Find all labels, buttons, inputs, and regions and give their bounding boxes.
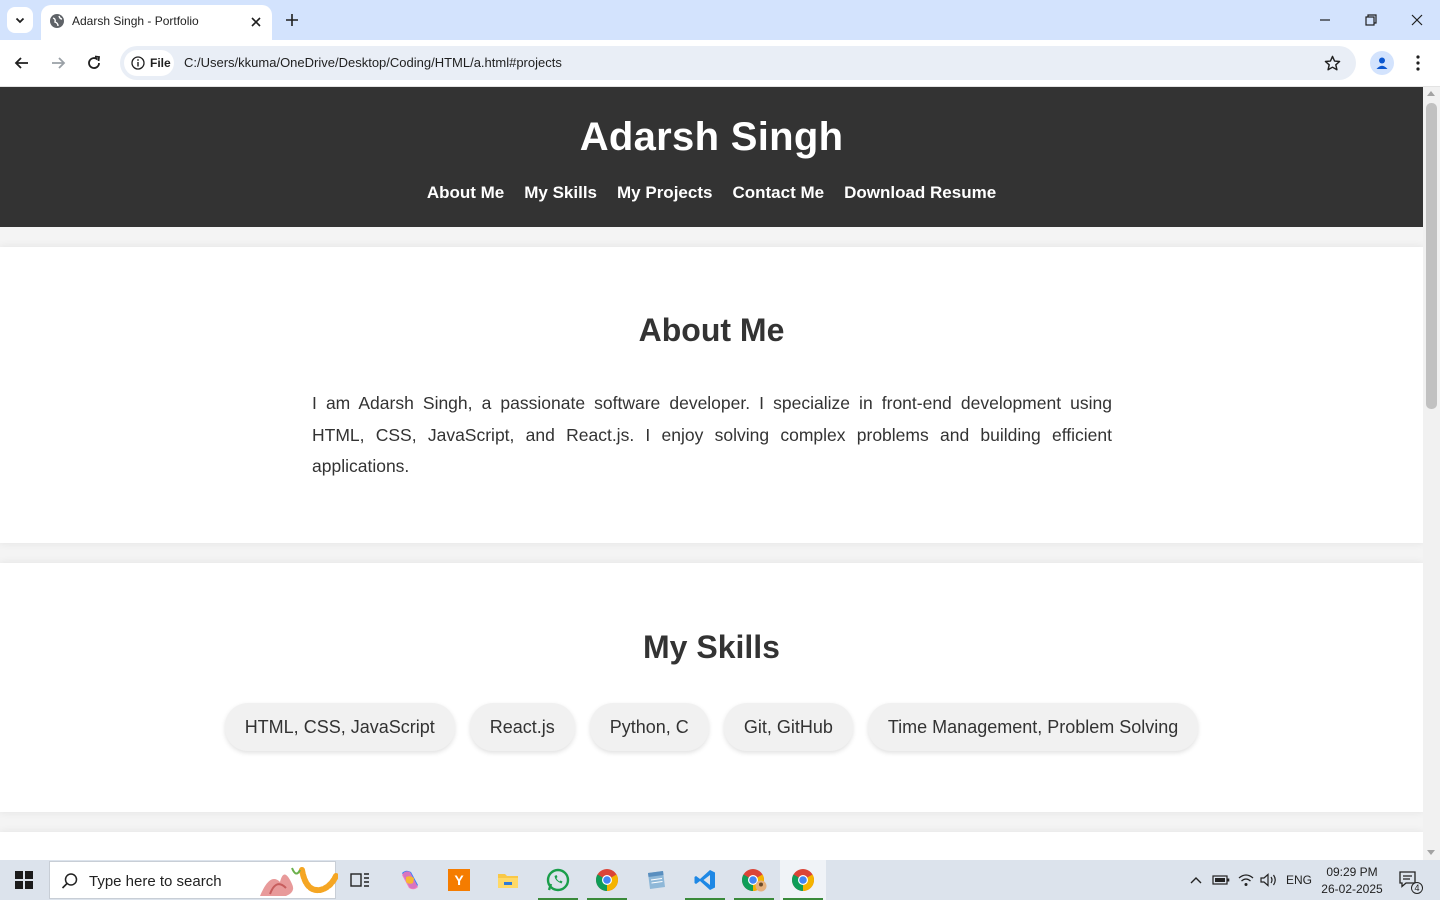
- notification-count-badge: 4: [1411, 882, 1423, 894]
- nav-link-skills[interactable]: My Skills: [524, 183, 597, 203]
- file-chip-label: File: [150, 56, 171, 70]
- site-header: Adarsh Singh About Me My Skills My Proje…: [0, 87, 1423, 227]
- taskbar-clock[interactable]: 09:29 PM 26-02-2025: [1316, 864, 1388, 898]
- more-menu-icon[interactable]: [1408, 52, 1428, 74]
- nav-link-contact[interactable]: Contact Me: [732, 183, 824, 203]
- bookmark-star-icon[interactable]: [1322, 53, 1342, 73]
- about-text: I am Adarsh Singh, a passionate software…: [312, 393, 1112, 476]
- skill-tag: Python, C: [589, 703, 709, 751]
- windows-taskbar: Type here to search Y ENG 09:29 PM 26-02…: [0, 860, 1440, 900]
- file-explorer-icon[interactable]: [485, 860, 531, 900]
- chrome-active-icon[interactable]: [780, 860, 826, 900]
- skills-heading: My Skills: [643, 629, 780, 665]
- nav-link-projects[interactable]: My Projects: [617, 183, 712, 203]
- language-label: ENG: [1285, 873, 1312, 887]
- wifi-icon[interactable]: [1236, 860, 1256, 900]
- yandex-icon[interactable]: Y: [436, 860, 482, 900]
- search-highlight-image: [260, 867, 338, 896]
- task-view-icon[interactable]: [337, 860, 383, 900]
- skill-tag: Git, GitHub: [723, 703, 853, 751]
- nav-link-download-resume[interactable]: Download Resume: [844, 183, 996, 203]
- page-scrollbar[interactable]: [1423, 87, 1440, 860]
- close-window-icon[interactable]: [1407, 10, 1427, 30]
- tray-chevron-up-icon[interactable]: [1186, 860, 1206, 900]
- browser-toolbar: File C:/Users/kkuma/OneDrive/Desktop/Cod…: [0, 40, 1440, 87]
- site-title: Adarsh Singh: [579, 115, 844, 159]
- site-info-chip[interactable]: File: [124, 50, 174, 76]
- new-tab-plus-icon[interactable]: [282, 10, 302, 30]
- vscode-icon[interactable]: [682, 860, 728, 900]
- taskbar-search-box[interactable]: Type here to search: [49, 861, 338, 899]
- notepad-icon[interactable]: [633, 860, 679, 900]
- minimize-icon[interactable]: [1315, 10, 1335, 30]
- skills-section: My Skills HTML, CSS, JavaScript React.js…: [0, 563, 1423, 812]
- copilot-icon[interactable]: [387, 860, 433, 900]
- chevron-down-icon: [15, 17, 25, 24]
- site-nav: About Me My Skills My Projects Contact M…: [0, 183, 1423, 203]
- scroll-down-arrow-icon[interactable]: [1427, 850, 1435, 855]
- svg-text:Y: Y: [454, 872, 464, 888]
- close-tab-icon[interactable]: [248, 14, 264, 30]
- page-viewport: Adarsh Singh About Me My Skills My Proje…: [0, 87, 1423, 860]
- globe-icon: [50, 14, 64, 28]
- volume-icon[interactable]: [1258, 860, 1280, 900]
- url-text[interactable]: C:/Users/kkuma/OneDrive/Desktop/Coding/H…: [184, 55, 562, 70]
- scroll-up-arrow-icon[interactable]: [1427, 91, 1435, 96]
- profile-avatar-icon[interactable]: [1370, 51, 1394, 75]
- restore-icon[interactable]: [1361, 10, 1381, 30]
- search-icon: [61, 873, 78, 889]
- address-bar[interactable]: File C:/Users/kkuma/OneDrive/Desktop/Cod…: [120, 46, 1356, 80]
- about-heading: About Me: [638, 312, 785, 348]
- skill-tag: HTML, CSS, JavaScript: [224, 703, 455, 751]
- nav-link-about[interactable]: About Me: [427, 183, 504, 203]
- search-placeholder: Type here to search: [89, 873, 222, 890]
- notification-center-icon[interactable]: 4: [1396, 860, 1423, 900]
- about-section: About Me I am Adarsh Singh, a passionate…: [0, 247, 1423, 543]
- skill-tag: React.js: [469, 703, 575, 751]
- info-icon: [131, 56, 145, 70]
- scrollbar-thumb[interactable]: [1426, 103, 1437, 409]
- back-arrow-icon[interactable]: [11, 52, 33, 74]
- clock-date: 26-02-2025: [1321, 882, 1383, 896]
- clock-time: 09:29 PM: [1326, 865, 1378, 879]
- battery-icon[interactable]: [1211, 860, 1231, 900]
- chrome-profile-icon[interactable]: [731, 860, 777, 900]
- reload-icon[interactable]: [83, 52, 105, 74]
- skill-tag: Time Management, Problem Solving: [867, 703, 1199, 751]
- whatsapp-icon[interactable]: [535, 860, 581, 900]
- tab-title: Adarsh Singh - Portfolio: [72, 14, 199, 28]
- start-button[interactable]: [0, 860, 48, 900]
- projects-section: [0, 832, 1423, 860]
- forward-arrow-icon[interactable]: [47, 52, 69, 74]
- windows-logo-icon: [15, 871, 33, 889]
- browser-tab-strip: Adarsh Singh - Portfolio: [0, 0, 1440, 40]
- chrome-icon[interactable]: [584, 860, 630, 900]
- skills-list: HTML, CSS, JavaScript React.js Python, C…: [0, 703, 1423, 751]
- language-indicator[interactable]: ENG: [1284, 860, 1314, 900]
- browser-tab-active[interactable]: Adarsh Singh - Portfolio: [41, 5, 272, 40]
- tab-search-button[interactable]: [7, 7, 33, 33]
